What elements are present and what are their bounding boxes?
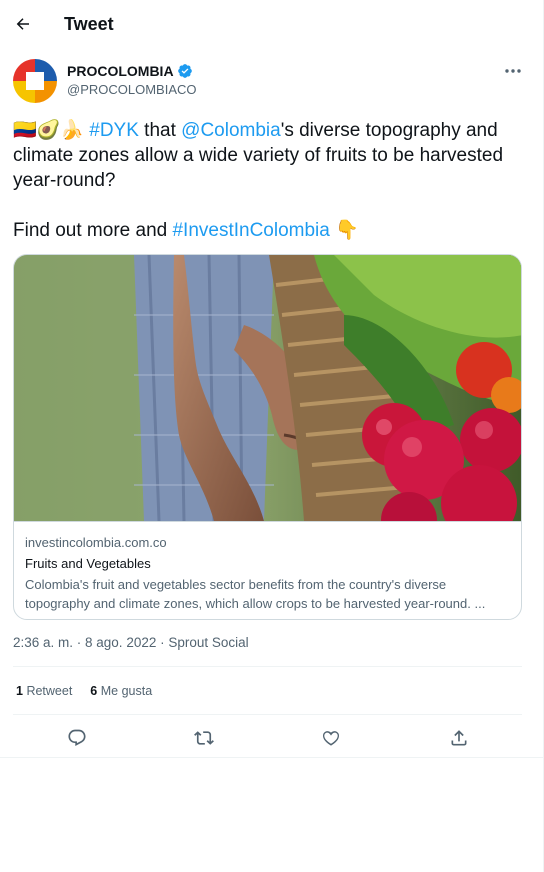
reply-icon [68,729,86,746]
page-title: Tweet [64,14,114,34]
tweet-text-part-3: Find out more and [13,220,173,241]
likes-label: Me gusta [100,684,153,698]
mention-colombia[interactable]: @Colombia [181,120,281,141]
hashtag-investincolombia[interactable]: #InvestInColombia [172,220,329,241]
tweet-actions [0,722,544,752]
tweet-timestamp[interactable]: 2:36 a. m. · 8 ago. 2022 · Sprout Social [13,635,249,650]
retweets-count: 1 [16,684,23,698]
avatar[interactable] [13,59,57,103]
back-button[interactable] [10,11,36,37]
link-preview-card[interactable]: investincolombia.com.co Fruits and Veget… [13,254,522,620]
tweet-text: 🇨🇴🥑🍌 #DYK that @Colombia's diverse topog… [13,118,518,193]
page-header: Tweet [0,0,544,50]
procolombia-logo-icon [13,59,57,103]
share-button[interactable] [446,725,472,751]
retweets-label: Retweet [26,684,73,698]
verified-badge-icon [177,64,192,78]
hashtag-dyk[interactable]: #DYK [89,120,139,141]
tweet-text-part-1: that [138,120,182,141]
divider [13,714,522,715]
likes-stat[interactable]: 6 Me gusta [90,684,152,698]
divider [0,757,544,758]
pointing-down-emoji: 👇 [335,220,359,241]
divider [13,666,522,667]
like-button[interactable] [318,725,344,751]
arrow-left-icon [16,18,29,30]
tweet-text-line-2: Find out more and #InvestInColombia 👇 [13,218,518,243]
card-description: Colombia's fruit and vegetables sector b… [25,577,486,611]
retweet-icon [194,731,214,745]
reply-button[interactable] [64,725,90,751]
retweet-button[interactable] [191,725,217,751]
author-name-text: PROCOLOMBIA [67,63,174,79]
card-image [14,255,521,521]
like-icon [322,731,340,746]
tweet-detail-page: Tweet PROCOLOMBIA @PROCOLOMBIACO 🇨🇴🥑🍌 #D… [0,0,544,872]
share-icon [451,730,467,746]
tweet-emojis: 🇨🇴🥑🍌 [13,120,84,141]
tweet-stats: 1 Retweet 6 Me gusta [16,684,152,698]
retweets-stat[interactable]: 1 Retweet [16,684,72,698]
author-handle[interactable]: @PROCOLOMBIACO [67,82,197,97]
more-horizontal-icon [505,69,521,73]
card-body: investincolombia.com.co Fruits and Veget… [14,521,521,619]
author-name[interactable]: PROCOLOMBIA [67,63,193,79]
card-title: Fruits and Vegetables [25,556,151,571]
likes-count: 6 [90,684,98,698]
card-domain: investincolombia.com.co [25,535,167,550]
more-options-button[interactable] [500,60,526,82]
